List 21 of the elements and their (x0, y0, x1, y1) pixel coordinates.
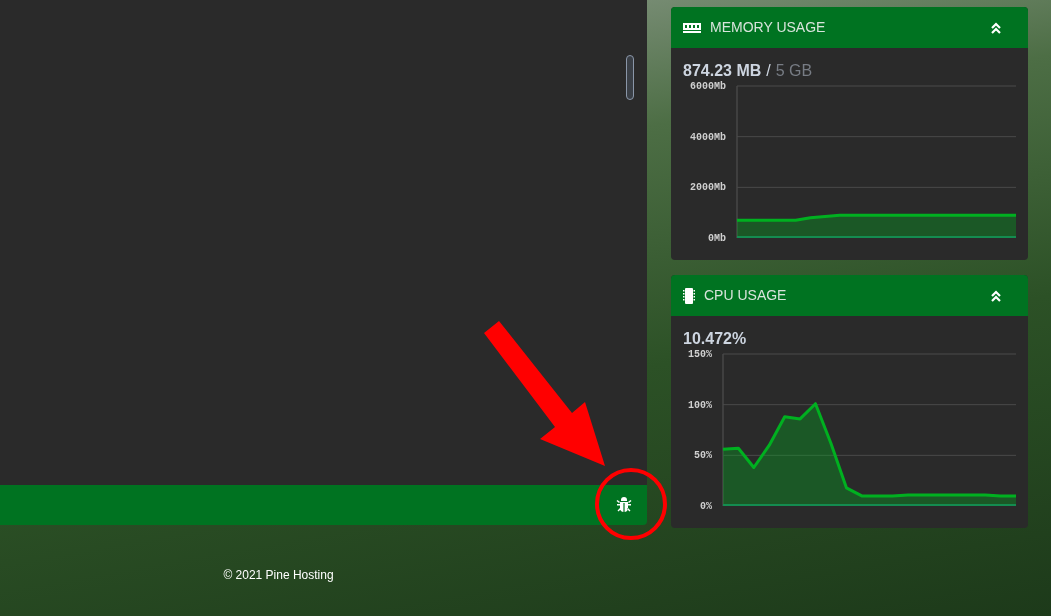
usage-value: 874.23 MB (683, 62, 762, 80)
y-axis-label: 0% (700, 501, 712, 512)
y-axis-label: 150% (688, 349, 712, 360)
total-value: 5 GB (775, 62, 813, 80)
y-axis-label: 4000Mb (690, 131, 726, 143)
y-axis-label: 50% (694, 450, 712, 462)
bug-icon (616, 497, 632, 513)
separator: / (766, 62, 771, 80)
y-axis-label: 100% (688, 399, 712, 411)
double-chevron-up-icon (990, 21, 1002, 34)
chip-icon (683, 287, 695, 304)
card-title: CPU USAGE (704, 286, 788, 305)
y-axis-label: 0Mb (708, 233, 726, 244)
copyright-text: © 2021 Pine Hosting (223, 567, 334, 584)
usage-value: 10.472% (683, 330, 747, 348)
double-chevron-up-icon (990, 289, 1002, 302)
y-axis-label: 2000Mb (690, 182, 726, 194)
card-title: MEMORY USAGE (710, 18, 827, 37)
scrollbar-thumb[interactable] (626, 55, 634, 100)
y-axis-label: 6000Mb (690, 81, 726, 92)
memory-module-icon (683, 22, 701, 33)
